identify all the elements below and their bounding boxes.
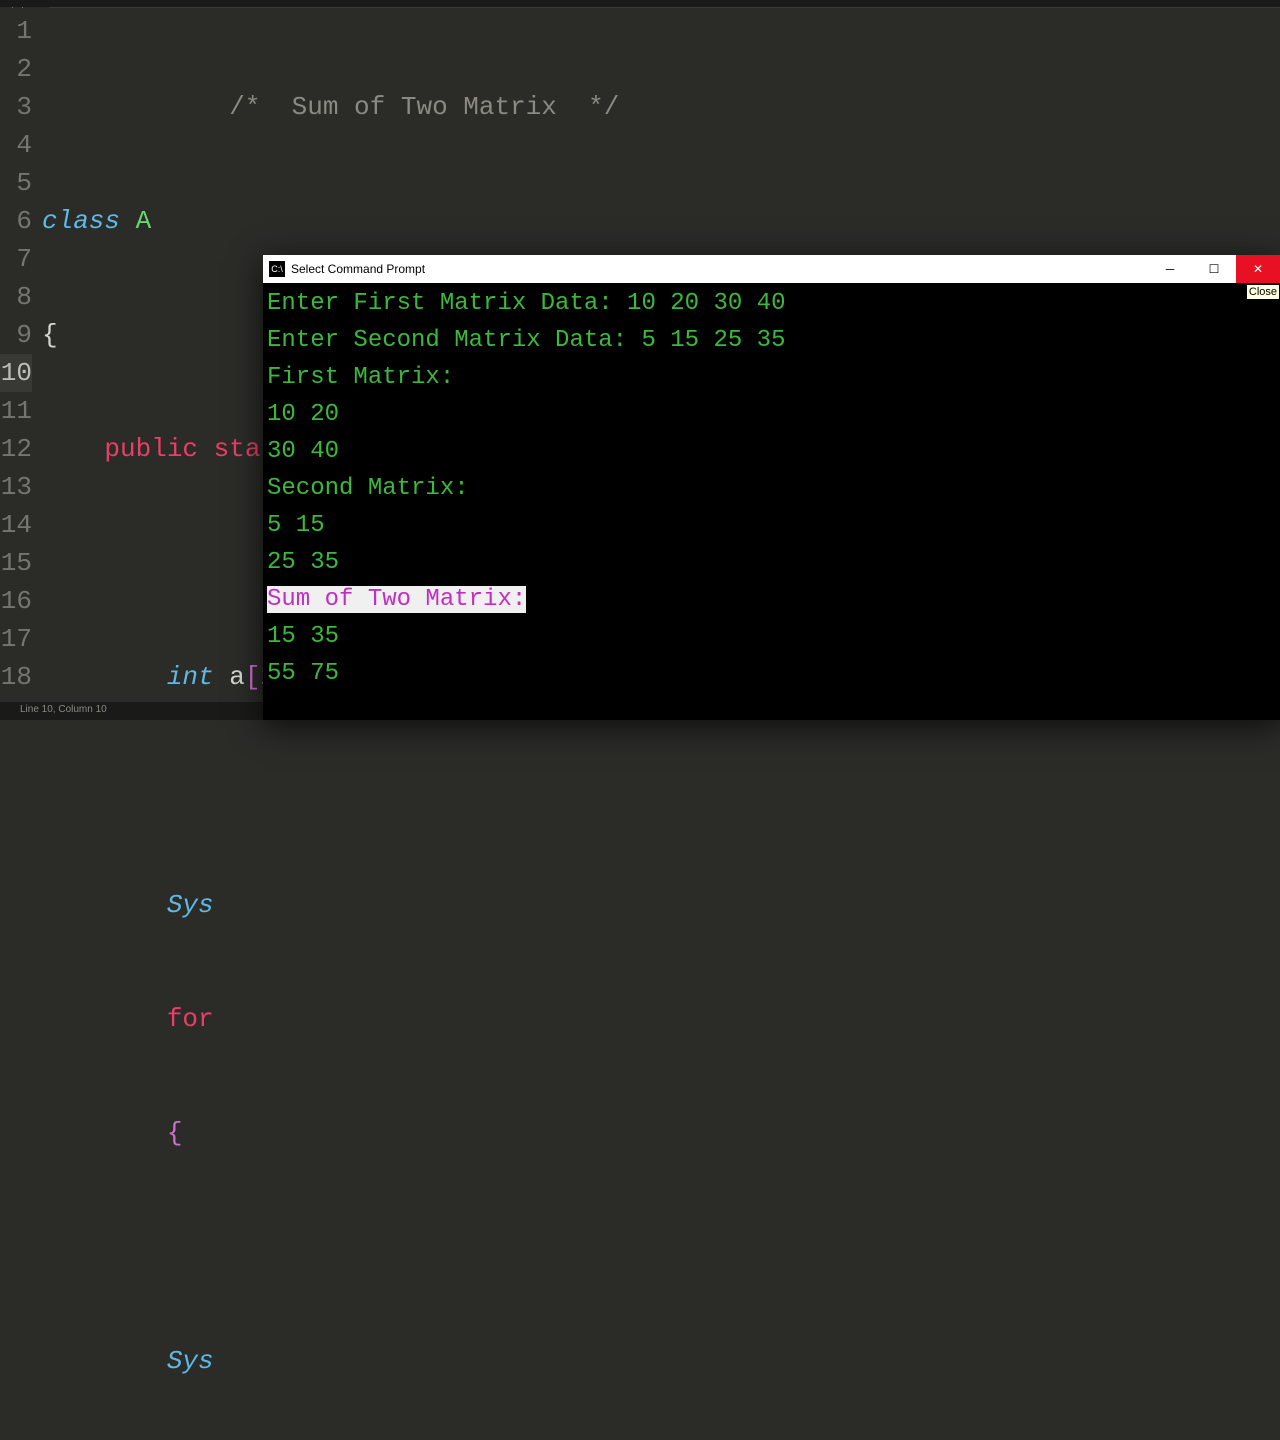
close-tooltip: Close xyxy=(1246,284,1280,300)
brace-open: { xyxy=(167,1118,183,1148)
cmd-titlebar[interactable]: C:\ Select Command Prompt ─ ☐ ✕ xyxy=(263,255,1280,283)
cmd-line: 25 35 xyxy=(267,544,1276,581)
line-number-gutter: 123456789101112131415161718 xyxy=(0,8,42,700)
code-comment: /* Sum of Two Matrix */ xyxy=(42,92,619,122)
partial-system: Sys xyxy=(167,1346,214,1376)
cmd-line: 55 75 xyxy=(267,655,1276,692)
partial-system: Sys xyxy=(167,890,214,920)
kw-class: class xyxy=(42,206,120,236)
kw-for: for xyxy=(167,1004,214,1034)
cmd-line: 5 15 xyxy=(267,507,1276,544)
cmd-line: 10 20 xyxy=(267,396,1276,433)
cmd-title: Select Command Prompt xyxy=(291,262,1148,276)
kw-int: int xyxy=(167,662,214,692)
cmd-line: Second Matrix: xyxy=(267,470,1276,507)
maximize-button[interactable]: ☐ xyxy=(1192,255,1236,283)
cmd-line: Sum of Two Matrix: xyxy=(267,581,1276,618)
cmd-line: Enter Second Matrix Data: 5 15 25 35 xyxy=(267,322,1276,359)
brace-open: { xyxy=(42,320,58,350)
cmd-icon: C:\ xyxy=(269,261,285,277)
cmd-line: First Matrix: xyxy=(267,359,1276,396)
minimize-button[interactable]: ─ xyxy=(1148,255,1192,283)
cmd-output[interactable]: Enter First Matrix Data: 10 20 30 40Ente… xyxy=(263,283,1280,694)
command-prompt-window[interactable]: C:\ Select Command Prompt ─ ☐ ✕ Enter Fi… xyxy=(263,255,1280,720)
cursor-position: Line 10, Column 10 xyxy=(20,704,107,715)
kw-public: public xyxy=(104,434,198,464)
cmd-line: Enter First Matrix Data: 10 20 30 40 xyxy=(267,285,1276,322)
tab-bar: A.java xyxy=(0,0,1280,8)
cmd-line: 30 40 xyxy=(267,433,1276,470)
class-name: A xyxy=(136,206,152,236)
cmd-line: 15 35 xyxy=(267,618,1276,655)
close-button[interactable]: ✕ xyxy=(1236,255,1280,283)
